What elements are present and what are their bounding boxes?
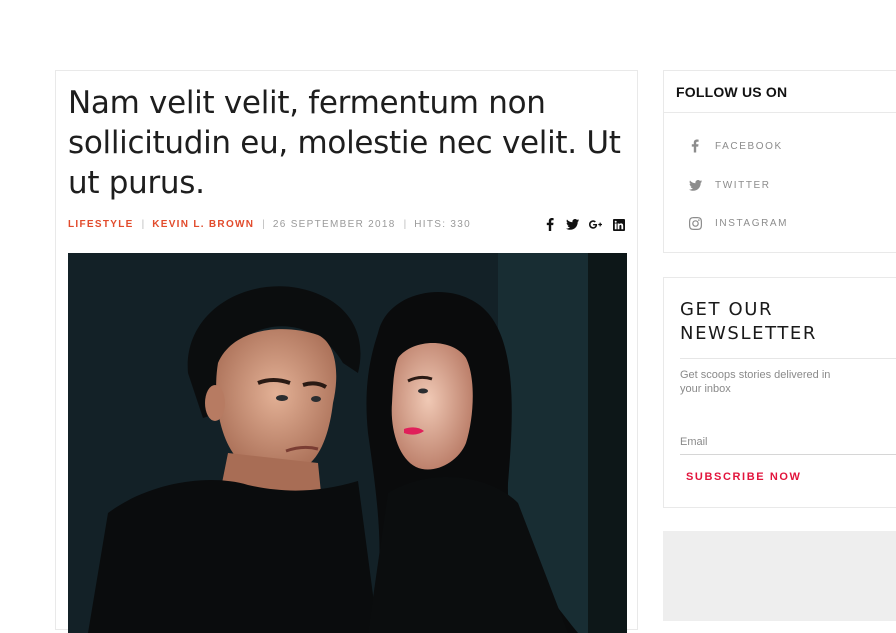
facebook-icon[interactable] bbox=[543, 218, 556, 231]
subscribe-button[interactable]: SUBSCRIBE NOW bbox=[686, 471, 802, 483]
meta-separator: | bbox=[262, 219, 265, 230]
article-card: Nam velit velit, fermentum non sollicitu… bbox=[55, 70, 638, 633]
social-link-instagram[interactable]: INSTAGRAM bbox=[688, 216, 788, 230]
follow-us-widget: FOLLOW US ON FACEBOOK TWITTER INSTAGRAM bbox=[663, 70, 896, 253]
email-field[interactable] bbox=[680, 430, 896, 455]
article-image bbox=[68, 253, 627, 633]
social-link-facebook[interactable]: FACEBOOK bbox=[688, 139, 783, 153]
newsletter-title-line2: NEWSLETTER bbox=[680, 323, 818, 344]
share-icons bbox=[543, 218, 625, 231]
category-link[interactable]: LIFESTYLE bbox=[68, 219, 134, 230]
linkedin-icon[interactable] bbox=[612, 218, 625, 231]
social-link-label: INSTAGRAM bbox=[715, 217, 789, 229]
author-link[interactable]: KEVIN L. BROWN bbox=[152, 219, 254, 230]
twitter-icon bbox=[688, 178, 702, 192]
social-link-label: FACEBOOK bbox=[715, 140, 783, 152]
newsletter-widget: GET OUR NEWSLETTER Get scoops stories de… bbox=[663, 277, 896, 508]
instagram-icon bbox=[688, 216, 702, 230]
facebook-icon bbox=[688, 139, 702, 153]
ad-placeholder bbox=[663, 531, 896, 621]
newsletter-description: Get scoops stories delivered in your inb… bbox=[680, 369, 831, 395]
social-link-twitter[interactable]: TWITTER bbox=[688, 178, 771, 192]
newsletter-title-line1: GET OUR bbox=[680, 299, 774, 320]
meta-separator: | bbox=[141, 219, 145, 230]
newsletter-divider bbox=[680, 358, 896, 359]
newsletter-title: GET OUR NEWSLETTER bbox=[680, 298, 817, 346]
social-link-label: TWITTER bbox=[715, 179, 771, 191]
meta-separator: | bbox=[403, 219, 407, 230]
google-plus-icon[interactable] bbox=[589, 218, 602, 231]
article-hits: HITS: 330 bbox=[414, 219, 471, 230]
follow-us-title: FOLLOW US ON bbox=[664, 71, 896, 113]
article-title: Nam velit velit, fermentum non sollicitu… bbox=[68, 85, 621, 201]
article-date: 26 SEPTEMBER 2018 bbox=[272, 219, 396, 230]
article-photo-illustration bbox=[68, 253, 627, 633]
twitter-icon[interactable] bbox=[566, 218, 579, 231]
